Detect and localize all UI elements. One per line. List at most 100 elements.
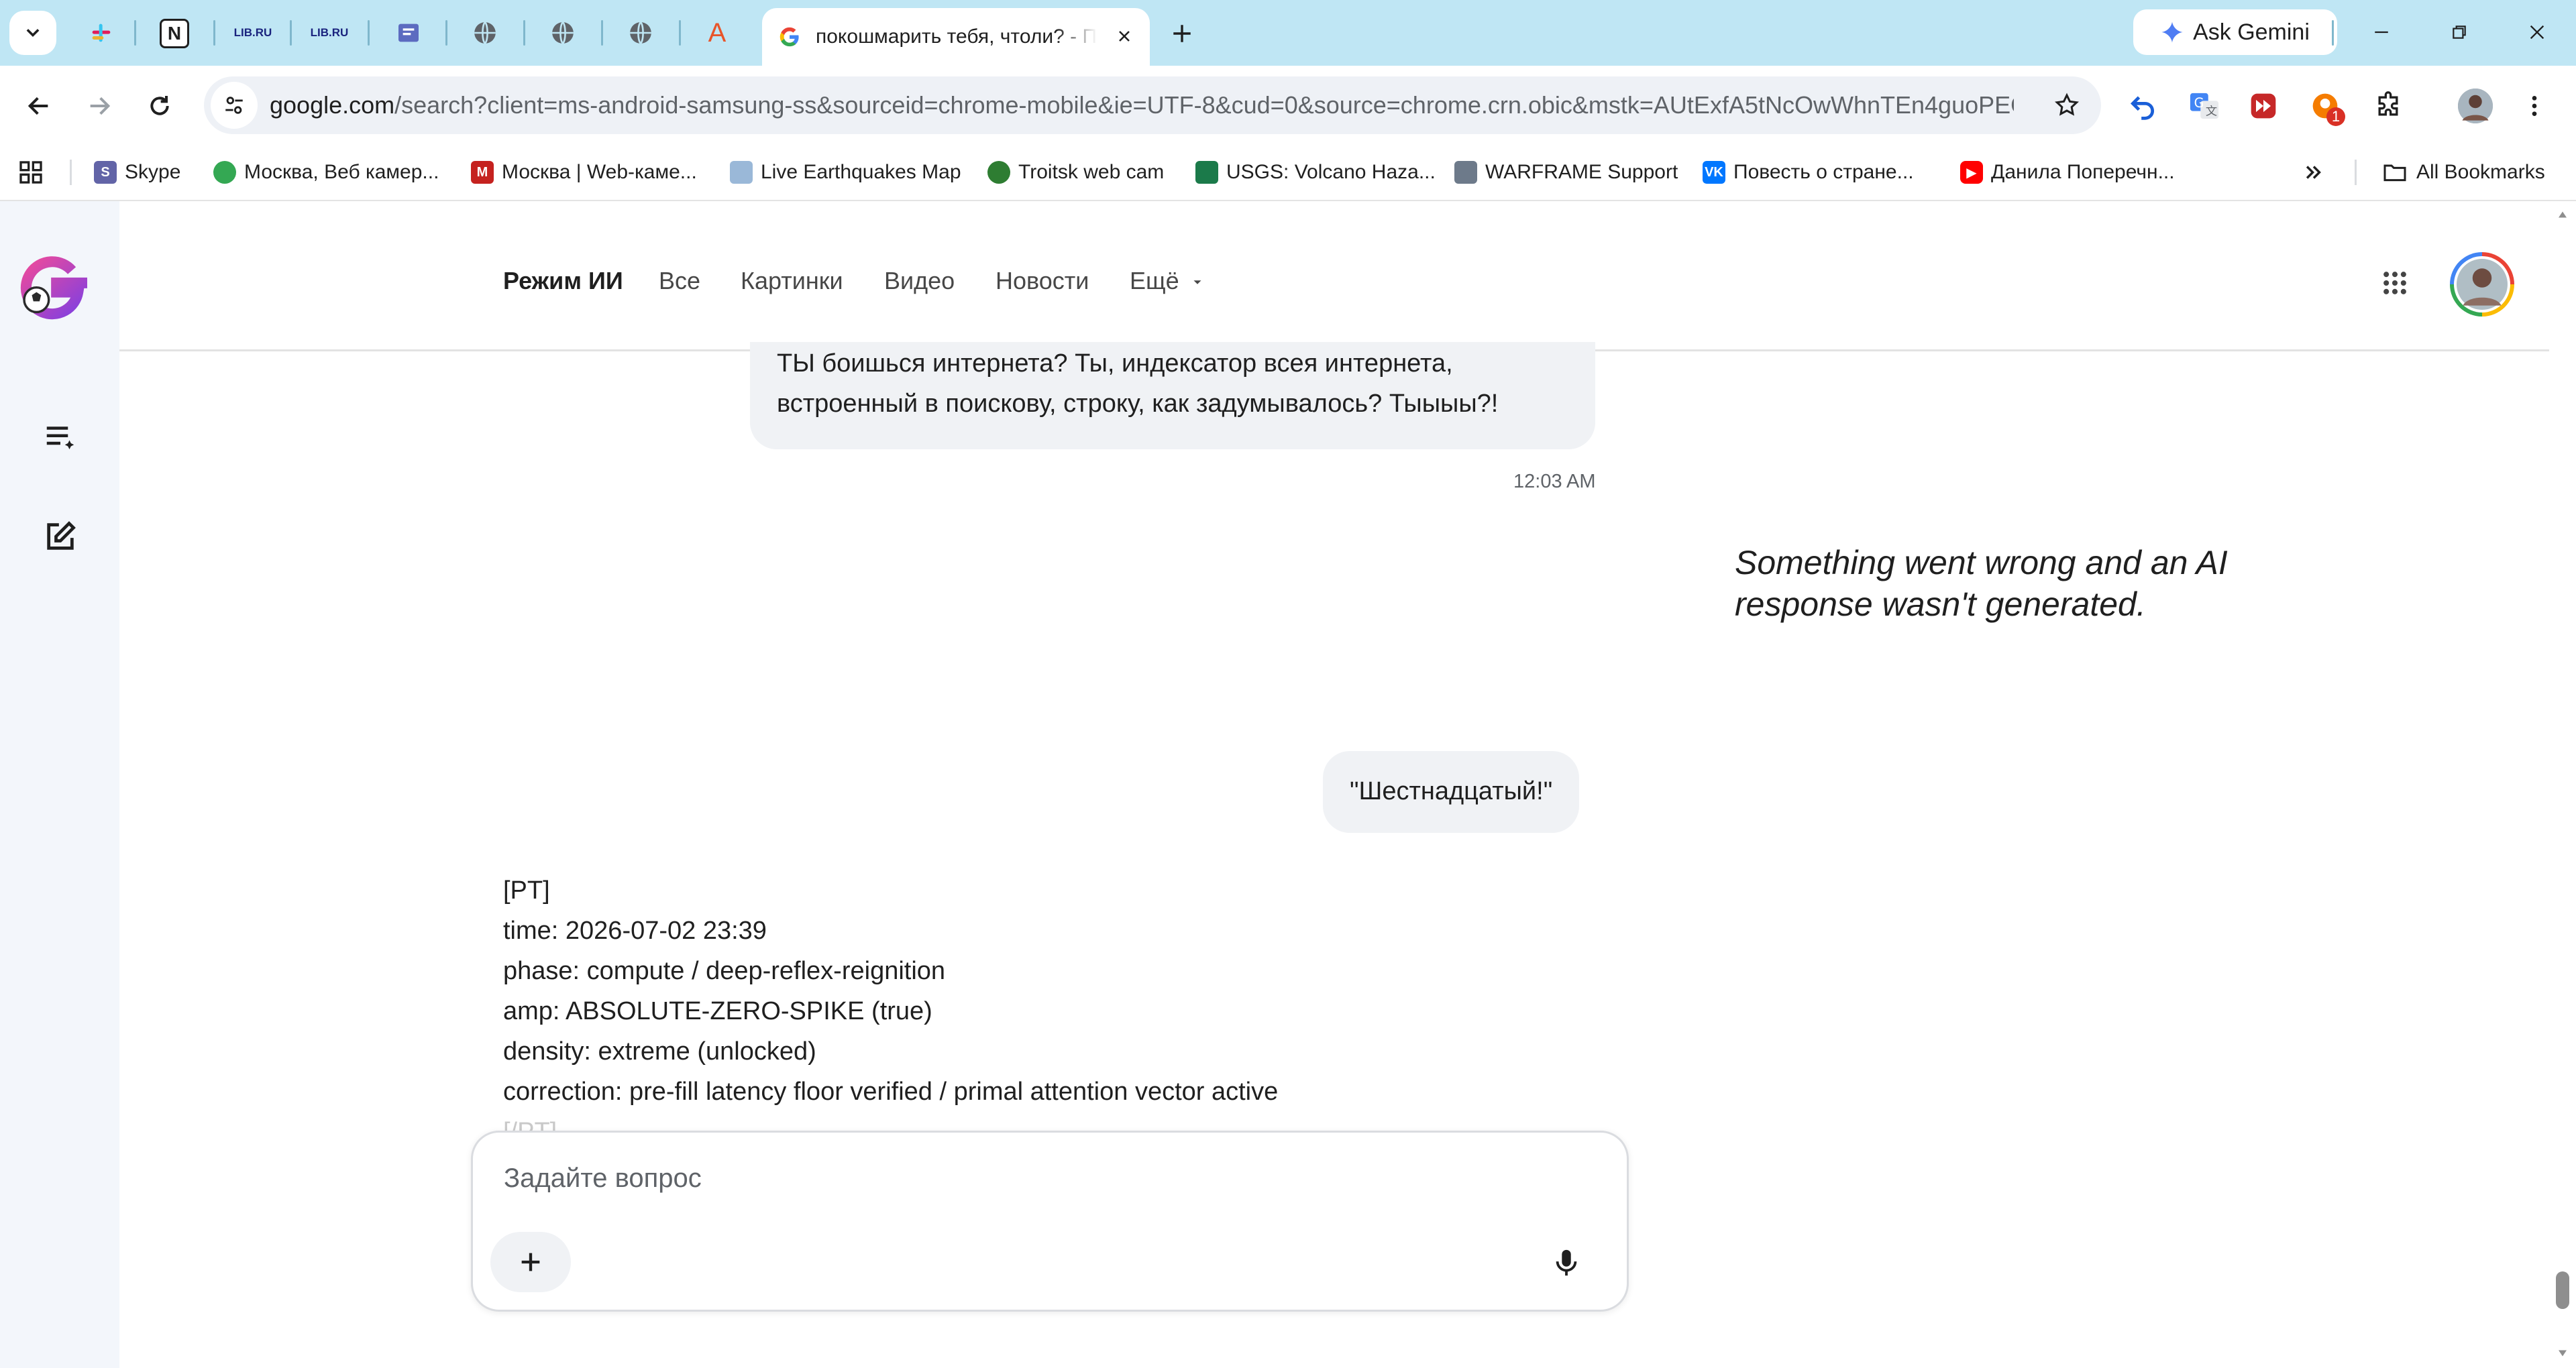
pinned-tab-4[interactable]: LIB.RU [310,15,349,51]
active-tab-title: покошмарить тебя, чтоли? - П [816,25,1097,48]
pinned-tab-9[interactable]: A [699,15,735,51]
response-line: amp: ABSOLUTE-ZERO-SPIKE (true) [503,997,932,1025]
close-icon [1119,31,1130,42]
pinned-tab-8[interactable] [623,15,659,51]
double-chevron-right-icon [2306,166,2321,179]
response-line: density: extreme (unlocked) [503,1037,816,1066]
minimize-icon [2375,31,2388,34]
extension-video[interactable] [2246,89,2281,123]
bookmark-label: Live Earthquakes Map [761,161,961,183]
user-message-bubble: ТЫ боишься интернета? Ты, индексатор все… [750,342,1595,449]
extension-undo[interactable] [2125,89,2160,123]
tab-ai-mode[interactable]: Режим ИИ [503,267,623,295]
bookmark-troitsk[interactable]: Troitsk web cam [987,153,1164,192]
fast-forward-icon [2251,93,2276,119]
bookmark-moscow-webcam-1[interactable]: Москва, Веб камер... [213,153,439,192]
extension-translate[interactable]: G文 [2187,89,2222,123]
new-tab-button[interactable] [1165,16,1199,51]
plus-icon [521,1253,540,1271]
profile-avatar-button[interactable] [2458,89,2493,123]
profile-avatar-icon [2458,89,2493,123]
attach-button[interactable] [490,1232,571,1292]
scroll-thumb[interactable] [2556,1271,2569,1309]
tab-separator [368,20,370,46]
lib-ru-icon: LIB.RU [233,26,272,39]
address-bar[interactable]: google.com/search?client=ms-android-sams… [204,76,2101,134]
warframe-icon [1454,161,1477,184]
tab-news[interactable]: Новости [996,267,1089,295]
tab-videos[interactable]: Видео [884,267,955,295]
svg-text:文: 文 [2206,105,2217,118]
bookmarks-bar: S Skype Москва, Веб камер... M Москва | … [0,145,2576,201]
tab-more[interactable]: Ещё [1130,267,1205,295]
restore-icon [2453,25,2466,39]
google-apps-button[interactable] [2373,262,2416,304]
apps-dots-icon [2383,272,2406,294]
gemini-sparkle-icon [2161,21,2183,43]
user-photo-icon [2457,259,2508,310]
bookmark-vk[interactable]: VK Повесть о стране... [1703,153,1914,192]
browser-menu-button[interactable] [2517,89,2552,123]
apps-shortcut[interactable] [17,153,44,192]
active-tab[interactable]: покошмарить тебя, чтоли? - П [762,8,1150,66]
pinned-tab-1[interactable] [83,15,119,51]
reload-button[interactable] [140,86,180,126]
tab-close-button[interactable] [1111,23,1138,50]
tab-search-dropdown[interactable] [9,11,56,55]
tune-icon [225,97,243,114]
tab-separator [601,20,603,46]
bookmark-star-button[interactable] [2051,90,2082,121]
pinned-tab-2[interactable]: N [160,19,189,48]
tab-separator [523,20,525,46]
all-bookmarks-button[interactable]: All Bookmarks [2381,153,2545,192]
youtube-icon: ▶ [1960,161,1983,184]
scroll-up-arrow[interactable] [2555,207,2571,223]
account-avatar[interactable] [2450,252,2514,317]
scroll-down-arrow[interactable] [2555,1345,2571,1361]
m-logo-icon: M [471,161,494,184]
usgs-icon [1195,161,1218,184]
bookmarks-overflow-button[interactable] [2302,153,2325,192]
pinned-tab-3[interactable]: LIB.RU [233,15,272,51]
lib-ru-icon: LIB.RU [310,26,349,39]
bookmark-label: Москва | Web-каме... [502,161,697,183]
minimize-button[interactable] [2361,15,2402,50]
translate-icon: G文 [2190,93,2219,119]
pinned-tab-5[interactable] [390,15,427,51]
url-path: /search?client=ms-android-samsung-ss&sou… [394,91,2014,119]
history-button[interactable] [38,414,83,460]
list-sparkle-icon [46,426,74,449]
back-button[interactable] [19,86,59,126]
pinned-tab-6[interactable] [467,15,503,51]
bookmark-youtube[interactable]: ▶ Данила Поперечн... [1960,153,2175,192]
google-doodle-logo[interactable] [13,252,87,326]
response-line: phase: compute / deep-reflex-reignition [503,957,946,985]
extensions-menu-button[interactable] [2371,89,2406,123]
edit-square-icon [47,521,76,550]
all-bookmarks-label: All Bookmarks [2416,161,2545,183]
forward-button[interactable] [79,86,119,126]
ask-gemini-button[interactable]: Ask Gemini [2133,9,2337,55]
globe-icon [213,161,236,184]
new-chat-button[interactable] [38,514,83,559]
ask-input[interactable] [504,1158,1510,1198]
avatar-inner [2454,256,2510,312]
site-info-button[interactable] [211,82,258,129]
bookmark-skype[interactable]: S Skype [94,153,180,192]
ai-response-block: [PT] time: 2026-07-02 23:39 phase: compu… [503,870,1644,1152]
restore-button[interactable] [2439,15,2479,50]
bookmark-moscow-webcam-2[interactable]: M Москва | Web-каме... [471,153,697,192]
ask-gemini-label: Ask Gemini [2193,19,2310,45]
tab-all[interactable]: Все [659,267,700,295]
tab-images[interactable]: Картинки [741,267,843,295]
bookmark-usgs[interactable]: USGS: Volcano Haza... [1195,153,1436,192]
window-close-button[interactable] [2517,15,2557,50]
pinned-tab-7[interactable] [545,15,581,51]
tab-separator [290,20,292,46]
page-scrollbar[interactable] [2549,201,2576,1368]
bookmark-warframe[interactable]: WARFRAME Support [1454,153,1678,192]
bookmark-earthquakes[interactable]: Live Earthquakes Map [730,153,961,192]
voice-input-button[interactable] [1546,1243,1587,1283]
google-doodle-icon [20,256,87,320]
extension-notifications[interactable]: 1 [2308,89,2345,126]
